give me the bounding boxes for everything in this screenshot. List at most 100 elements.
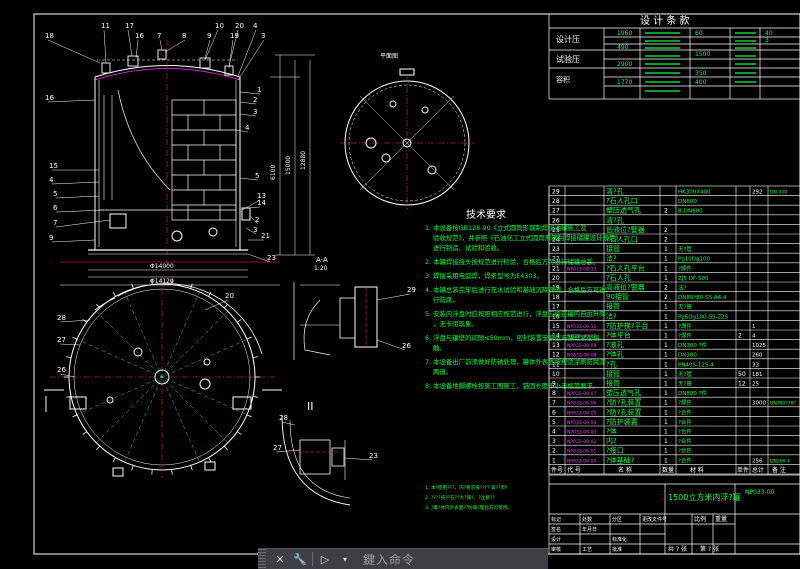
parts-row-code: NP033-00-03 [567,430,597,436]
tech-note-item: 1. 本?使用???，内?要求按???? 第??页? [425,484,508,491]
parts-row-name: 塑压透气孔 [606,206,641,215]
command-bar-grip[interactable] [258,548,266,568]
parts-row-mat: 2 [738,333,742,340]
tech-requirement-item: 8. 本设备地脚螺栓按施工图施工，锚固长度不小于规范要求。 [425,381,599,390]
parts-row-qty: 1 [664,275,668,282]
leader-number: 7 [157,32,161,40]
leader-number: 28 [279,414,288,422]
parts-row-name: 90接管 [606,292,629,301]
parts-row-code: NP033-00-04 [567,420,597,426]
title-block-label: 审核 [551,546,561,553]
parts-row-name: 接管 [606,302,620,311]
parts-header-cell: 单件 [737,466,749,474]
elev-dim-2: 12880 [300,151,307,170]
leader-number: 4 [253,22,258,30]
leader-number: 16 [45,94,54,102]
parts-row-no: 20 [552,275,560,282]
parts-row-code: NP033-00-09 [567,343,597,349]
leader-number: 23 [369,452,378,460]
parts-row-num: 260 [752,353,763,359]
parts-row-no: 18 [552,294,560,301]
section-a-a-view [293,282,378,360]
parts-row-code: NP033-00-05 [567,410,597,416]
parts-row-no: 23 [552,246,560,253]
parts-row-no: 2 [552,448,556,455]
detail-ii-view [281,414,351,506]
parts-row-spec: DN300 [678,353,697,359]
cad-drawing-canvas[interactable]: 设 计 条 款 设计压 试验压 容积 1960 490 2900 1770 60… [0,0,800,568]
parts-row-qty: 1 [664,371,668,378]
leader-number: 29 [407,286,416,294]
leader-number: 20 [235,22,244,30]
parts-row-num: 292 [752,190,763,196]
parts-row-name: 法? [606,254,617,263]
parts-row-qty: 2 [664,208,668,215]
parts-row-name: 接管 [606,369,620,378]
parts-row-spec: 法? [678,284,687,292]
parts-row-mat: 50 [738,371,746,378]
design-cell-10: 3 [765,37,769,44]
leader-number: 5 [53,190,57,198]
parts-row-qty: 1 [664,438,668,445]
parts-row-spec: DN80*80-SS-A6.4 [678,295,727,301]
parts-row-name: 清?孔 [606,187,624,196]
design-cell-7: 350 [695,70,707,77]
parts-row-name: ?石人孔平台 [606,263,645,272]
parts-row-name: ?防护装置 [606,417,638,426]
parts-row-spec: ?焊件 [678,399,692,407]
parts-row-no: 28 [552,198,560,205]
command-line-bar[interactable]: ✕ 🔧 ▷ ▾ 鍵入命令 [258,548,548,569]
wrench-icon[interactable]: 🔧 [290,550,310,568]
leader-number: 11 [101,22,110,30]
parts-row-qty: 2 [664,294,668,301]
design-cell-6: 1500 [695,51,710,58]
parts-row-spec: 无?管 [678,370,692,378]
leader-number: 26 [57,366,66,374]
leader-number: 9 [207,32,211,40]
parts-row-name: ?孔 [606,360,617,368]
title-block [548,474,800,555]
chevron-down-icon[interactable]: ▾ [335,550,355,568]
parts-row-num: 1 [752,324,756,330]
parts-row-spec: 无?管 [678,380,692,388]
title-block-small-labels: 标记 处数 分区 更改文件号签名 年月日设计 标准化审核 工艺 批准 [551,516,667,553]
parts-row-code: NP033-00-00 [567,458,597,464]
parts-row-name: ?防护梯?平台 [606,321,648,330]
elev-dim-1: 15000 [285,156,292,175]
tech-requirement-item: 3. 焊接采用电弧焊，焊条型号为E4303。 [425,271,543,280]
plan-leaders: 28 27 26 20 [57,292,234,378]
design-cell-9: 40 [765,30,773,37]
parts-row-qty: 1 [664,457,668,464]
tech-requirements-list: 1. 本设备按GB128-90《立式圆筒形钢制焊接油罐施工及验收规范》，并参照《… [425,223,622,390]
leader-number: 10 [215,22,224,30]
title-block-weight: 重量 [715,515,727,523]
parts-row-qty: 1 [664,409,668,416]
parts-row-qty: 1 [664,256,668,263]
roof-plan-title: 平面图 [380,53,398,60]
close-icon[interactable]: ✕ [270,550,290,568]
design-row-pressure: 设计压 [556,34,580,44]
parts-row-name: 低液位?警器 [606,225,645,234]
leader-number: 9 [49,234,53,242]
design-table-title: 设 计 条 款 [640,14,690,27]
leader-number: 18 [45,32,54,40]
tech-requirement-item: 1. 本设备按GB128-90《立式圆筒形钢制焊接油罐施工及验收规范》，并参照《… [425,223,622,252]
parts-row-spec: HK300X400 [678,190,711,196]
parts-row-qty: 1 [664,342,668,349]
command-input[interactable]: 鍵入命令 [363,551,415,568]
leader-number: 27 [57,336,66,344]
parts-row-note: DN780?78? [770,401,797,407]
parts-row-qty: 1 [664,352,668,359]
leader-number: 5 [255,172,259,180]
command-history-icon[interactable]: ▷ [315,550,335,568]
parts-row-spec: DN800 ?件 [678,389,708,397]
parts-row-name: ?防?孔装置 [606,407,641,416]
parts-row-code: NP033-00-06 [567,401,597,407]
parts-row-mat: 12 [738,381,746,388]
title-block-label: 批准 [612,546,622,553]
parts-row-qty: 1 [664,313,668,320]
title-block-label: 年月日 [582,526,597,533]
tank-plan-view [44,278,282,478]
title-block-label: 标记 [551,516,561,523]
parts-row-spec: ?焊件 [678,332,692,340]
